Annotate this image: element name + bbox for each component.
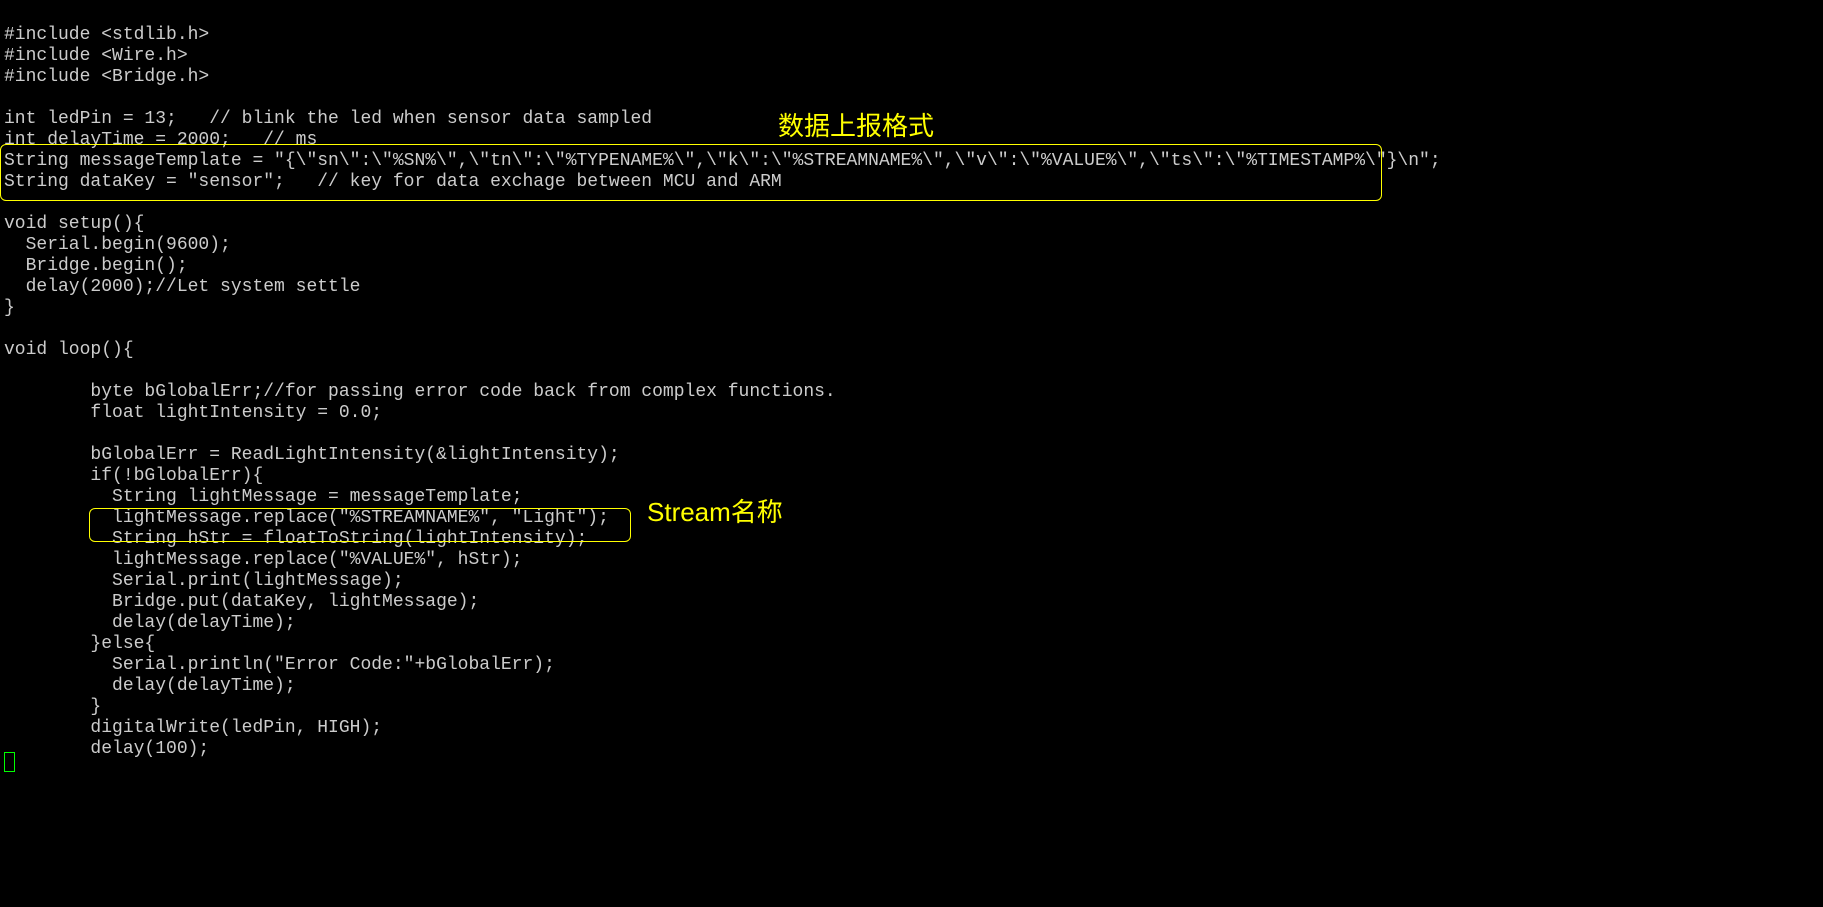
code-line: #include <Bridge.h> bbox=[4, 67, 209, 87]
code-line: delay(delayTime); bbox=[4, 613, 296, 633]
code-line: int ledPin = 13; // blink the led when s… bbox=[4, 109, 652, 129]
code-line: lightMessage.replace("%STREAMNAME%", "Li… bbox=[4, 508, 609, 528]
code-line: Serial.print(lightMessage); bbox=[4, 571, 404, 591]
code-line: digitalWrite(ledPin, HIGH); bbox=[4, 718, 382, 738]
code-line: String lightMessage = messageTemplate; bbox=[4, 487, 522, 507]
code-line: String dataKey = "sensor"; // key for da… bbox=[4, 172, 782, 192]
code-line: Bridge.begin(); bbox=[4, 256, 188, 276]
code-line: if(!bGlobalErr){ bbox=[4, 466, 263, 486]
code-line: delay(100); bbox=[4, 739, 209, 759]
code-line: #include <Wire.h> bbox=[4, 46, 188, 66]
annotation-stream-name: Stream名称 bbox=[647, 492, 783, 529]
code-line: void loop(){ bbox=[4, 340, 134, 360]
code-line: lightMessage.replace("%VALUE%", hStr); bbox=[4, 550, 522, 570]
code-line: } bbox=[4, 697, 101, 717]
code-line: Serial.begin(9600); bbox=[4, 235, 231, 255]
code-line: String messageTemplate = "{\"sn\":\"%SN%… bbox=[4, 151, 1441, 171]
code-line: } bbox=[4, 298, 15, 318]
code-line: void setup(){ bbox=[4, 214, 144, 234]
code-line: byte bGlobalErr;//for passing error code… bbox=[4, 382, 836, 402]
code-line: #include <stdlib.h> bbox=[4, 25, 209, 45]
code-line: Serial.println("Error Code:"+bGlobalErr)… bbox=[4, 655, 555, 675]
code-line: delay(2000);//Let system settle bbox=[4, 277, 360, 297]
code-line: }else{ bbox=[4, 634, 155, 654]
code-line: String hStr = floatToString(lightIntensi… bbox=[4, 529, 587, 549]
annotation-data-format: 数据上报格式 bbox=[778, 106, 934, 143]
code-line: delay(delayTime); bbox=[4, 676, 296, 696]
code-line: int delayTime = 2000; // ms bbox=[4, 130, 317, 150]
code-line: Bridge.put(dataKey, lightMessage); bbox=[4, 592, 479, 612]
text-cursor bbox=[4, 752, 15, 772]
code-line: bGlobalErr = ReadLightIntensity(&lightIn… bbox=[4, 445, 620, 465]
code-line: float lightIntensity = 0.0; bbox=[4, 403, 382, 423]
